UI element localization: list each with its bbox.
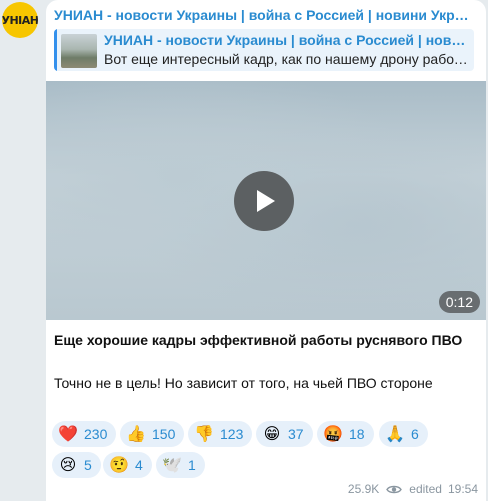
reaction-count: 5 [84,457,92,473]
reaction-thumbs-up[interactable]: 👍 150 [120,421,185,447]
reply-accent-bar [54,29,57,71]
reaction-count: 4 [135,457,143,473]
crying-face-icon: 😢 [59,455,77,474]
message-bubble: УНИАН - новости Украины | война с Россие… [46,0,486,501]
channel-avatar[interactable]: УНIАН [2,2,38,38]
video-duration: 0:12 [438,291,480,313]
thumbs-up-icon: 👍 [126,424,146,443]
video-player[interactable]: 0:12 [46,81,486,320]
channel-name[interactable]: УНИАН - новости Украины | война с Россие… [54,7,474,23]
heart-icon: ❤️ [58,424,78,443]
reaction-count: 230 [84,426,108,442]
reply-text: Вот еще интересный кадр, как по нашему д… [104,51,470,67]
reaction-count: 6 [411,426,419,442]
thumbs-down-icon: 👎 [194,424,214,443]
cursing-face-icon: 🤬 [323,424,343,443]
reaction-pray[interactable]: 🙏 6 [379,421,428,447]
reaction-thumbs-down[interactable]: 👎 123 [188,421,253,447]
play-icon [257,190,275,212]
reaction-grin[interactable]: 😁 37 [256,421,313,447]
reply-title: УНИАН - новости Украины | война с Россие… [104,32,470,48]
edited-label: edited [409,482,442,496]
pray-icon: 🙏 [385,424,405,443]
reaction-count: 123 [220,426,244,442]
raised-eyebrow-icon: 🤨 [109,455,129,474]
message-title: Еще хорошие кадры эффективной работы рус… [54,332,463,348]
reaction-count: 18 [349,426,365,442]
eye-icon [386,485,403,493]
reaction-dove[interactable]: 🕊️ 1 [156,452,205,478]
reaction-heart[interactable]: ❤️ 230 [52,421,117,447]
view-count: 25.9K [347,482,380,496]
play-button[interactable] [234,171,294,231]
message-meta: 25.9K edited 19:54 [348,482,478,496]
reaction-count: 1 [188,457,196,473]
reaction-cursing-face[interactable]: 🤬 18 [317,421,374,447]
dove-icon: 🕊️ [162,455,182,474]
reply-preview[interactable]: УНИАН - новости Украины | война с Россие… [54,29,474,71]
reaction-raised-eyebrow[interactable]: 🤨 4 [103,452,152,478]
reply-thumbnail [61,34,97,68]
reaction-count: 150 [152,426,176,442]
message-body: Точно не в цель! Но зависит от того, на … [54,375,433,391]
reaction-crying-face[interactable]: 😢 5 [52,452,101,478]
reaction-count: 37 [288,426,304,442]
channel-logo: УНIАН [2,13,38,27]
message-time: 19:54 [447,482,478,496]
grin-icon: 😁 [263,424,281,443]
